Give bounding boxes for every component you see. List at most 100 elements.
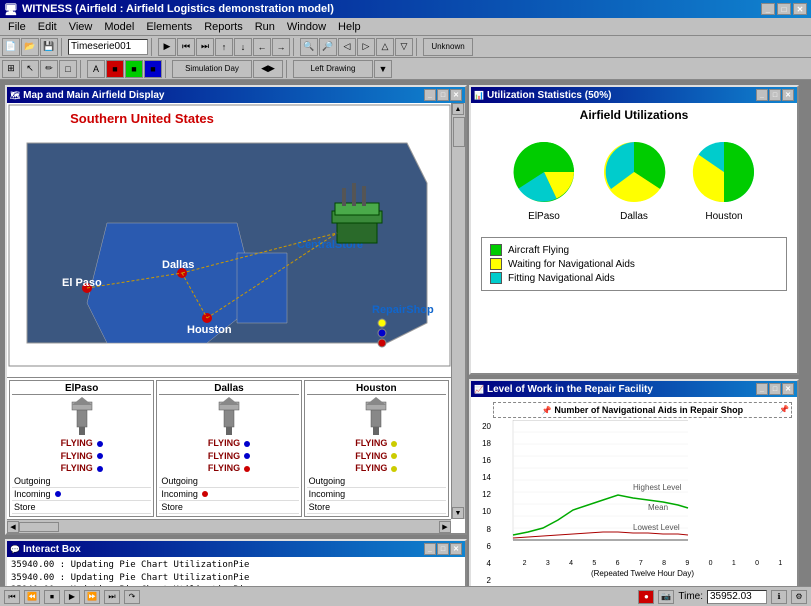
menu-item-elements[interactable]: Elements (140, 20, 198, 34)
save-btn[interactable]: 💾 (40, 38, 58, 56)
app-icon: 🖥 (4, 3, 18, 16)
status-info-btn2[interactable]: ⚙ (791, 590, 807, 604)
status-bar: ⏮ ⏪ ⏹ ▶ ⏩ ⏭ ↷ ● 📷 Time: 35952.03 ℹ ⚙ (0, 586, 811, 606)
menu-item-view[interactable]: View (63, 20, 99, 34)
status-step-btn[interactable]: ↷ (124, 590, 140, 604)
A-btn[interactable]: A (87, 60, 105, 78)
interact-title-bar[interactable]: 💬 Interact Box _ □ ✕ (7, 541, 465, 557)
level-maximize-btn[interactable]: □ (769, 383, 781, 395)
map-hscroll-left[interactable]: ◀ (7, 521, 19, 533)
interact-close-btn[interactable]: ✕ (450, 543, 462, 555)
flying-row-0: FLYING (12, 437, 151, 450)
util-title-bar[interactable]: 📊 Utilization Statistics (50%) _ □ ✕ (471, 87, 797, 103)
map-vscroll-thumb[interactable] (453, 117, 465, 147)
status-fwd-btn[interactable]: ⏭ (104, 590, 120, 604)
open-btn[interactable]: 📂 (21, 38, 39, 56)
level-title-bar[interactable]: 📈 Level of Work in the Repair Facility _… (471, 381, 797, 397)
drawing-arrow-btn[interactable]: ▼ (374, 60, 392, 78)
status-cam-btn[interactable]: 📷 (658, 590, 674, 604)
drawing-btn[interactable]: Left Drawing (293, 60, 373, 78)
menu-item-reports[interactable]: Reports (198, 20, 249, 34)
color3-btn[interactable]: ■ (144, 60, 162, 78)
store-row-dallas: Store (159, 501, 298, 514)
box-btn[interactable]: □ (59, 60, 77, 78)
interact-maximize-btn[interactable]: □ (437, 543, 449, 555)
menu-item-edit[interactable]: Edit (32, 20, 63, 34)
map-close-btn[interactable]: ✕ (450, 89, 462, 101)
tb-icon-6[interactable]: ← (253, 38, 271, 56)
tb-icon-7[interactable]: → (272, 38, 290, 56)
grid-btn[interactable]: ⊞ (2, 60, 20, 78)
menu-item-run[interactable]: Run (249, 20, 281, 34)
arrow-d-btn[interactable]: ▽ (395, 38, 413, 56)
status-prev-btn[interactable]: ⏪ (24, 590, 40, 604)
map-vscroll[interactable]: ▲ ▼ (451, 103, 465, 519)
loc-panel-houston: Houston FLYINGFLYINGFLYINGOutgoingIncomi… (304, 380, 449, 517)
search-btn[interactable]: 🔍 (300, 38, 318, 56)
status-back-btn[interactable]: ⏮ (4, 590, 20, 604)
interact-minimize-btn[interactable]: _ (424, 543, 436, 555)
pie-houston: Houston (689, 137, 759, 222)
map-content: Southern United States El Paso Dallas Ho… (7, 103, 465, 533)
pie-houston-label: Houston (705, 211, 742, 222)
map-maximize-btn[interactable]: □ (437, 89, 449, 101)
status-rec-btn[interactable]: ● (638, 590, 654, 604)
pie-dallas-svg (599, 137, 669, 207)
tb-icon-5[interactable]: ↓ (234, 38, 252, 56)
flying-dot-2 (391, 466, 397, 472)
y-label: 2 (471, 576, 491, 585)
tb-icon-1[interactable]: ▶ (158, 38, 176, 56)
color1-btn[interactable]: ■ (106, 60, 124, 78)
interact-log[interactable]: 35940.00 : Updating Pie Chart Utilizatio… (7, 557, 465, 586)
menu-item-model[interactable]: Model (98, 20, 140, 34)
arrow-r-btn[interactable]: ▷ (357, 38, 375, 56)
arrow-u-btn[interactable]: △ (376, 38, 394, 56)
cursor-btn[interactable]: ↖ (21, 60, 39, 78)
maximize-btn[interactable]: □ (777, 3, 791, 15)
level-minimize-btn[interactable]: _ (756, 383, 768, 395)
status-play-btn[interactable]: ▶ (64, 590, 80, 604)
map-hscroll[interactable]: ◀ ▶ (7, 519, 451, 533)
level-close-btn[interactable]: ✕ (782, 383, 794, 395)
util-maximize-btn[interactable]: □ (769, 89, 781, 101)
util-close-btn[interactable]: ✕ (782, 89, 794, 101)
menu-item-help[interactable]: Help (332, 20, 367, 34)
timeseries-input[interactable]: Timeserie001 (68, 39, 148, 55)
map-vscroll-down[interactable]: ▼ (452, 507, 464, 519)
util-chart-title: Airfield Utilizations (471, 103, 797, 127)
map-minimize-btn[interactable]: _ (424, 89, 436, 101)
tb-icon-4[interactable]: ↑ (215, 38, 233, 56)
y-label: 8 (471, 525, 491, 534)
time-value[interactable]: 35952.03 (707, 590, 767, 604)
tb-icon-2[interactable]: ⏮ (177, 38, 195, 56)
map-hscroll-right[interactable]: ▶ (439, 521, 451, 533)
close-btn[interactable]: ✕ (793, 3, 807, 15)
legend-flying-box (490, 244, 502, 256)
chart-area: 📌 Number of Navigational Aids in Repair … (493, 397, 797, 586)
menu-item-window[interactable]: Window (281, 20, 332, 34)
minimize-btn[interactable]: _ (761, 3, 775, 15)
status-info-btn1[interactable]: ℹ (771, 590, 787, 604)
new-btn[interactable]: 📄 (2, 38, 20, 56)
menu-item-file[interactable]: File (2, 20, 32, 34)
status-stop-btn[interactable]: ⏹ (44, 590, 60, 604)
tb-icon-3[interactable]: ⏭ (196, 38, 214, 56)
map-title-bar[interactable]: 🗺 Map and Main Airfield Display _ □ ✕ (7, 87, 465, 103)
level-title-text: Level of Work in the Repair Facility (487, 384, 653, 395)
flying-row-1: FLYING (12, 450, 151, 463)
pen-btn[interactable]: ✏ (40, 60, 58, 78)
flying-row-0: FLYING (159, 437, 298, 450)
arrow-l-btn[interactable]: ◁ (338, 38, 356, 56)
sim-val-btn[interactable]: ◀▶ (253, 60, 283, 78)
search2-btn[interactable]: 🔎 (319, 38, 337, 56)
pie-elpaso-svg (509, 137, 579, 207)
pie-dallas-label: Dallas (620, 211, 648, 222)
color2-btn[interactable]: ■ (125, 60, 143, 78)
svg-text:El Paso: El Paso (62, 277, 102, 289)
map-vscroll-up[interactable]: ▲ (452, 103, 464, 115)
sim-day-btn[interactable]: Simulation Day (172, 60, 252, 78)
status-next-btn[interactable]: ⏩ (84, 590, 100, 604)
loc-title-houston: Houston (307, 383, 446, 395)
util-minimize-btn[interactable]: _ (756, 89, 768, 101)
map-hscroll-thumb[interactable] (19, 522, 59, 532)
